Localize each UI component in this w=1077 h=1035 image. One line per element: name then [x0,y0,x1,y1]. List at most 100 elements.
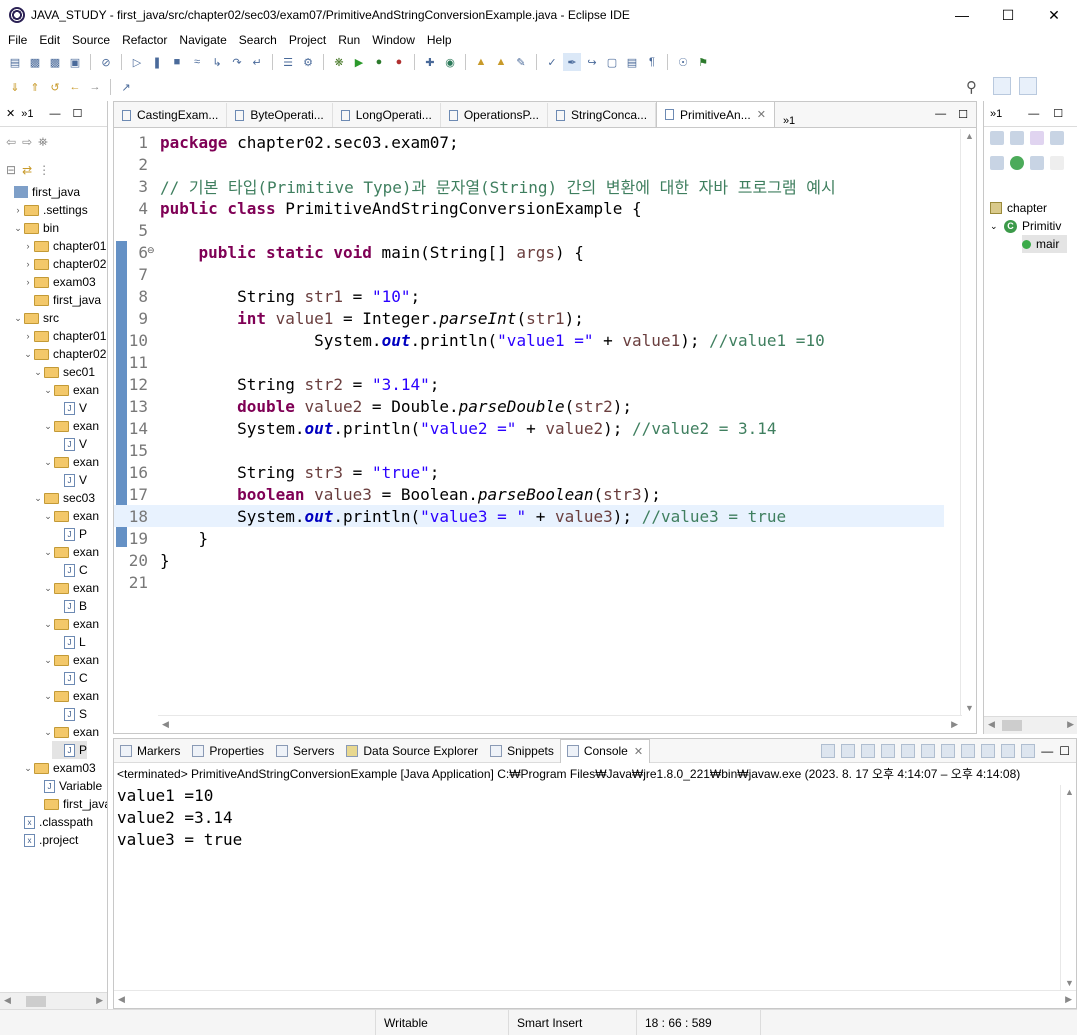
chevron-down-icon[interactable]: ⌄ [32,493,44,504]
chevron-right-icon[interactable]: › [22,277,34,287]
chevron-down-icon[interactable]: ⌄ [42,619,54,630]
menu-project[interactable]: Project [283,33,332,47]
scroll-lock-icon[interactable] [901,743,916,758]
tree-item[interactable]: J Variable [32,777,102,795]
chevron-right-icon[interactable]: › [22,259,34,269]
menu-edit[interactable]: Edit [33,33,66,47]
scrollbar-thumb[interactable] [26,996,46,1007]
resume-icon[interactable]: ▷ [128,53,146,71]
tree-item[interactable]: JC [52,561,88,579]
tree-item[interactable]: ⌄ exan [42,417,99,435]
scroll-left-icon[interactable]: ◀ [118,994,125,1005]
tab-console[interactable]: Console ✕ [559,738,651,763]
chevron-down-icon[interactable]: ⌄ [42,421,54,432]
link-with-editor-icon[interactable] [1010,156,1024,170]
disconnect-icon[interactable]: ≈ [188,53,206,71]
close-icon[interactable]: ✕ [0,107,21,120]
horizontal-scrollbar[interactable]: ◀ ▶ [114,990,1076,1008]
minimize-icon[interactable]: — [1041,744,1053,758]
tree-item[interactable]: › chapter01 [22,327,107,345]
display-console-icon[interactable] [1001,743,1016,758]
suspend-icon[interactable]: ❚ [148,53,166,71]
view-overflow[interactable]: »1 [990,108,1002,120]
close-tab-icon[interactable]: ✕ [634,745,643,758]
minimize-icon[interactable]: — [49,108,60,120]
save-icon[interactable]: ▩ [26,53,44,71]
maximize-icon[interactable]: ☐ [1053,107,1063,120]
scroll-down-icon[interactable]: ▼ [1065,978,1074,988]
tree-item[interactable]: x .project [12,831,78,849]
search-icon[interactable]: ⚲ [966,78,977,96]
maximize-button[interactable]: ☐ [985,0,1031,30]
terminate-icon[interactable]: ■ [168,53,186,71]
word-wrap-icon[interactable] [921,743,936,758]
globe-icon[interactable]: ☉ [674,53,692,71]
minimize-icon[interactable]: — [1028,108,1039,120]
chevron-down-icon[interactable]: ⌄ [990,221,1004,232]
close-button[interactable]: ✕ [1031,0,1077,30]
new-java-project-icon[interactable]: ✚ [421,53,439,71]
show-on-output-icon[interactable] [941,743,956,758]
tree-item[interactable]: JP [52,525,87,543]
tree-item[interactable]: JB [52,597,87,615]
pilcrow-icon[interactable]: ¶ [643,53,661,71]
tree-item[interactable]: ⌄ src [12,309,59,327]
vertical-scrollbar[interactable]: ▲ ▼ [960,129,976,715]
open-perspective-icon[interactable] [993,77,1011,95]
show-on-error-icon[interactable] [961,743,976,758]
tree-item[interactable]: first_java [22,291,101,309]
chevron-down-icon[interactable]: ⌄ [22,763,34,774]
tree-item[interactable]: x .classpath [12,813,93,831]
menu-source[interactable]: Source [66,33,116,47]
tree-item[interactable]: ⌄ exan [42,381,99,399]
close-tab-icon[interactable]: ✕ [757,108,766,121]
new-class-icon[interactable]: ◉ [441,53,459,71]
scroll-left-icon[interactable]: ◀ [4,995,11,1006]
step-over-icon[interactable]: ↷ [228,53,246,71]
skip-breakpoints-icon[interactable]: ⊘ [97,53,115,71]
open-type-icon[interactable]: ▲ [472,53,490,71]
menu-navigate[interactable]: Navigate [173,33,232,47]
scroll-right-icon[interactable]: ▶ [1067,719,1074,730]
chevron-right-icon[interactable]: › [22,331,34,341]
horizontal-scrollbar[interactable]: ◀ ▶ [0,992,107,1009]
tab-servers[interactable]: Servers [270,739,340,763]
remove-launch-icon[interactable] [841,743,856,758]
chevron-right-icon[interactable]: › [22,241,34,251]
menu-help[interactable]: Help [421,33,458,47]
back-icon[interactable]: ⇦ [6,135,16,149]
chevron-down-icon[interactable]: ⌄ [22,349,34,360]
code-area[interactable]: ⊖ 1 package chapter02.sec03.exam07; 2 3//… [114,129,944,715]
outline-method[interactable]: mair [1022,235,1068,253]
tree-item[interactable]: ⌄ bin [12,219,59,237]
chevron-down-icon[interactable]: ⌄ [12,313,24,324]
tree-item[interactable]: JL [52,633,86,651]
menu-refactor[interactable]: Refactor [116,33,173,47]
minimize-icon[interactable]: — [935,108,946,121]
terminal-icon[interactable]: ▣ [66,53,84,71]
tab-data-source-explorer[interactable]: Data Source Explorer [340,739,484,763]
clear-console-icon[interactable] [881,743,896,758]
tab-markers[interactable]: Markers [114,739,186,763]
tab-primitive-and-string[interactable]: PrimitiveAn... ✕ [656,101,775,127]
forward-icon[interactable]: ⇨ [22,135,32,149]
open-task-icon[interactable]: ▲ [492,53,510,71]
menu-file[interactable]: File [2,33,33,47]
horizontal-scrollbar[interactable]: ◀ ▶ [158,715,962,733]
focus-icon[interactable] [1030,156,1044,170]
task-list-icon[interactable]: ☰ [279,53,297,71]
hide-local-types-icon[interactable] [990,156,1004,170]
run-icon[interactable]: ▶ [350,53,368,71]
run-last-tool-icon[interactable]: ● [370,53,388,71]
forward-icon[interactable]: → [86,78,104,96]
tab-string-concat[interactable]: StringConca... [548,103,657,127]
hide-fields-icon[interactable] [990,131,1004,145]
coverage-icon[interactable]: ⚙ [299,53,317,71]
new-icon[interactable]: ▤ [6,53,24,71]
maximize-icon[interactable]: ☐ [72,107,82,120]
search-tool-icon[interactable]: ✎ [512,53,530,71]
sort-icon[interactable] [1030,131,1044,145]
pin-console-icon[interactable] [981,743,996,758]
menu-window[interactable]: Window [366,33,421,47]
scroll-up-icon[interactable]: ▲ [965,131,974,141]
